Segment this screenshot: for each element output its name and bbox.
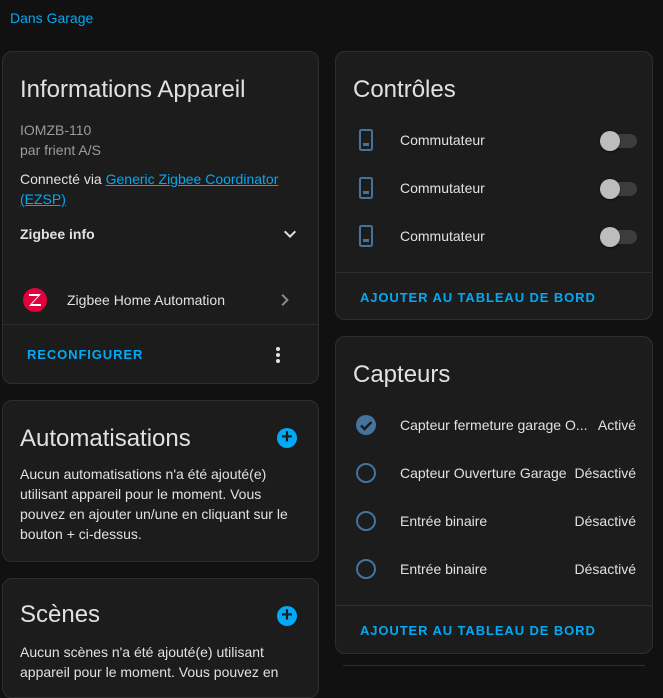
device-info-title: Informations Appareil (20, 76, 246, 103)
scenes-card: Scènes + Aucun scènes n'a été ajouté(e) … (2, 578, 319, 698)
breadcrumb: Dans Garage (10, 10, 93, 30)
sensors-card: Capteurs Capteur fermeture garage O... A… (335, 336, 653, 654)
sensor-state: Désactivé (574, 513, 636, 529)
wall-switch-icon (359, 129, 373, 151)
zigbee-info-label: Zigbee info (20, 226, 95, 242)
controls-title: Contrôles (353, 76, 456, 103)
automations-card: Automatisations + Aucun automatisations … (2, 400, 319, 562)
sensor-label: Entrée binaire (400, 513, 488, 529)
sensor-label: Capteur Ouverture Garage (400, 465, 567, 481)
device-model: IOMZB-110 (20, 122, 92, 138)
device-manufacturer: par frient A/S (20, 142, 101, 158)
card-divider (3, 324, 318, 325)
sensor-label: Capteur fermeture garage O... (400, 417, 588, 433)
more-vertical-icon[interactable] (266, 343, 290, 367)
sensor-row[interactable]: Capteur Ouverture Garage Désactivé (336, 449, 652, 497)
next-card-edge (343, 665, 645, 676)
reconfigure-button[interactable]: RECONFIGURER (27, 347, 143, 362)
control-label: Commutateur (400, 180, 485, 196)
circle-outline-icon (356, 463, 376, 483)
zha-logo-icon (23, 288, 47, 312)
connected-via-label: Connecté via (20, 171, 106, 187)
connected-via: Connecté via Generic Zigbee Coordinator … (20, 169, 290, 209)
control-label: Commutateur (400, 228, 485, 244)
control-label: Commutateur (400, 132, 485, 148)
sensor-label: Entrée binaire (400, 561, 488, 577)
scenes-title: Scènes (20, 601, 101, 628)
sensors-title: Capteurs (353, 361, 451, 388)
switch-toggle[interactable] (600, 128, 637, 152)
sensor-row[interactable]: Entrée binaire Désactivé (336, 497, 652, 545)
device-info-card: Informations Appareil IOMZB-110 par frie… (2, 51, 319, 384)
control-row[interactable]: Commutateur (336, 212, 652, 260)
chevron-down-icon (284, 230, 296, 238)
switch-toggle[interactable] (600, 224, 637, 248)
chevron-right-icon (281, 294, 289, 306)
sensor-state: Désactivé (574, 465, 636, 481)
add-scene-button[interactable]: + (277, 605, 297, 626)
area-link[interactable]: Dans Garage (10, 10, 93, 26)
check-circle-icon (356, 415, 376, 435)
add-automation-button[interactable]: + (277, 427, 297, 448)
add-to-dashboard-button[interactable]: AJOUTER AU TABLEAU DE BORD (360, 623, 596, 638)
wall-switch-icon (359, 177, 373, 199)
integration-label: Zigbee Home Automation (67, 292, 225, 308)
automations-description: Aucun automatisations n'a été ajouté(e) … (20, 466, 288, 542)
card-divider (336, 272, 652, 273)
control-row[interactable]: Commutateur (336, 164, 652, 212)
sensor-state: Désactivé (574, 561, 636, 577)
add-to-dashboard-button[interactable]: AJOUTER AU TABLEAU DE BORD (360, 290, 596, 305)
controls-card: Contrôles Commutateur Commutateur Commut… (335, 51, 653, 320)
sensor-row[interactable]: Capteur fermeture garage O... Activé (336, 401, 652, 449)
switch-toggle[interactable] (600, 176, 637, 200)
circle-outline-icon (356, 511, 376, 531)
sensor-state: Activé (597, 417, 636, 433)
sensor-row[interactable]: Entrée binaire Désactivé (336, 545, 652, 593)
control-row[interactable]: Commutateur (336, 116, 652, 164)
card-divider (336, 605, 652, 606)
circle-outline-icon (356, 559, 376, 579)
integration-row[interactable]: Zigbee Home Automation (3, 278, 318, 322)
automations-title: Automatisations (20, 425, 191, 452)
scenes-description: Aucun scènes n'a été ajouté(e) utilisant… (20, 644, 279, 680)
wall-switch-icon (359, 225, 373, 247)
zigbee-info-expander[interactable]: Zigbee info (20, 222, 302, 246)
